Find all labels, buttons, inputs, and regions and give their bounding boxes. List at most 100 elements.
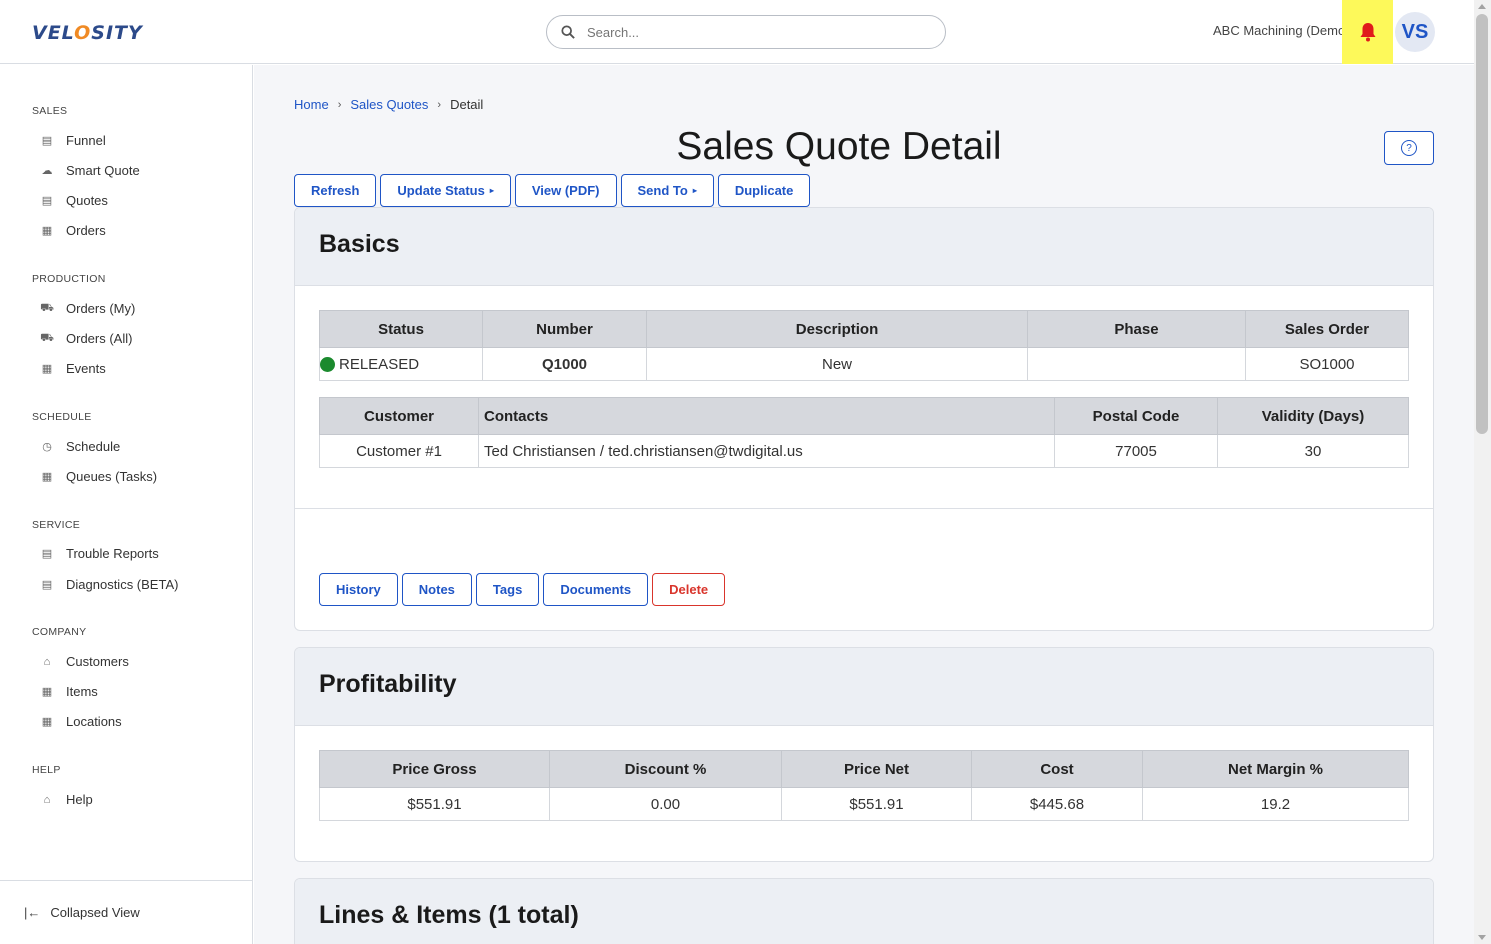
notifications-button[interactable] [1342, 0, 1393, 64]
quote-number: Q1000 [482, 347, 647, 381]
col-price-gross: Price Gross [319, 750, 550, 788]
col-phase: Phase [1027, 310, 1246, 348]
breadcrumb: Home › Sales Quotes › Detail [294, 97, 483, 112]
col-description: Description [646, 310, 1028, 348]
sidebar-item-customers[interactable]: ⌂ Customers [40, 654, 129, 669]
smart-quote-icon: ☁ [41, 165, 53, 177]
documents-button[interactable]: Documents [543, 573, 649, 606]
customer-link[interactable]: Customer #1 [319, 434, 479, 468]
validity-cell: 30 [1217, 434, 1409, 468]
sidebar-item-trouble-reports[interactable]: ▤ Trouble Reports [40, 546, 159, 561]
search-input[interactable] [587, 24, 887, 40]
sidebar-item-orders-my[interactable]: ⛟ Orders (My) [40, 301, 135, 316]
notes-button[interactable]: Notes [401, 573, 472, 606]
duplicate-button[interactable]: Duplicate [717, 174, 811, 207]
table-row: Customer #1 Ted Christiansen / ted.chris… [319, 434, 1409, 468]
send-to-button[interactable]: Send To ▸ [620, 174, 714, 207]
home-icon: ⌂ [43, 655, 51, 668]
sidebar-item-queues[interactable]: ▦ Queues (Tasks) [40, 469, 157, 484]
report-icon: ▤ [41, 548, 53, 560]
sidebar-item-schedule[interactable]: ◷ Schedule [40, 439, 120, 454]
caret-right-icon: ▸ [692, 186, 697, 195]
sidebar-item-funnel[interactable]: ▤ Funnel [40, 133, 106, 148]
home-icon: ⌂ [43, 793, 51, 806]
price-net-cell: $551.91 [781, 787, 972, 821]
table-header-row: Customer Contacts Postal Code Validity (… [319, 397, 1409, 435]
basics-title: Basics [319, 230, 400, 258]
basics-header: Basics [295, 208, 1433, 286]
price-gross-cell: $551.91 [319, 787, 550, 821]
chevron-right-icon: › [337, 98, 342, 111]
breadcrumb-current: Detail [450, 97, 484, 112]
table-header-row: Price Gross Discount % Price Net Cost Ne… [319, 750, 1409, 788]
basics-table: Status Number Description Phase Sales Or… [319, 310, 1409, 381]
col-net-margin: Net Margin % [1142, 750, 1409, 788]
cart-icon: ⛟ [40, 301, 54, 314]
search-box[interactable] [546, 15, 946, 49]
company-name: ABC Machining (Demo) [1213, 23, 1350, 38]
caret-right-icon: ▸ [489, 186, 494, 195]
lines-title: Lines & Items (1 total) [319, 901, 579, 929]
profitability-table: Price Gross Discount % Price Net Cost Ne… [319, 750, 1409, 821]
profitability-card: Profitability Price Gross Discount % Pri… [294, 647, 1434, 862]
tags-button[interactable]: Tags [475, 573, 540, 606]
breadcrumb-sales-quotes[interactable]: Sales Quotes [350, 97, 428, 112]
sidebar-item-orders-all[interactable]: ⛟ Orders (All) [40, 331, 132, 346]
sidebar-section-sales: SALES [32, 105, 68, 117]
breadcrumb-home[interactable]: Home [294, 97, 329, 112]
sidebar-item-locations[interactable]: ▦ Locations [40, 714, 122, 729]
page-scrollbar[interactable] [1474, 0, 1491, 944]
divider [295, 508, 1433, 509]
chevron-right-icon: › [437, 98, 442, 111]
update-status-button[interactable]: Update Status ▸ [380, 174, 511, 207]
collapsed-view-button[interactable]: |← Collapsed View [24, 905, 140, 920]
sidebar-section-company: COMPANY [32, 626, 87, 638]
quotes-icon: ▤ [41, 195, 53, 207]
net-margin-cell: 19.2 [1142, 787, 1409, 821]
view-pdf-button[interactable]: View (PDF) [514, 174, 617, 207]
sidebar-item-diagnostics[interactable]: ▤ Diagnostics (BETA) [40, 577, 179, 592]
funnel-icon: ▤ [41, 135, 53, 147]
scroll-up-arrow[interactable] [1478, 4, 1486, 9]
sidebar-section-service: SERVICE [32, 519, 81, 531]
refresh-button[interactable]: Refresh [294, 174, 377, 207]
col-status: Status [319, 310, 483, 348]
help-button[interactable]: ? [1384, 131, 1434, 165]
contacts-cell: Ted Christiansen / ted.christiansen@twdi… [478, 434, 1055, 468]
sidebar-item-items[interactable]: ▦ Items [40, 684, 98, 699]
calendar-icon: ▦ [41, 363, 53, 375]
toolbar: Refresh Update Status ▸ View (PDF) Send T… [294, 174, 814, 207]
history-button[interactable]: History [319, 573, 398, 606]
scrollbar-thumb[interactable] [1476, 14, 1488, 434]
sidebar-item-events[interactable]: ▦ Events [40, 361, 106, 376]
orders-icon: ▦ [41, 225, 53, 237]
col-price-net: Price Net [781, 750, 972, 788]
user-avatar[interactable]: VS [1395, 12, 1435, 52]
table-row: RELEASED Q1000 New SO1000 [319, 347, 1409, 381]
discount-cell: 0.00 [549, 787, 782, 821]
delete-button[interactable]: Delete [652, 573, 726, 606]
sidebar-item-quotes[interactable]: ▤ Quotes [40, 193, 108, 208]
sales-order-link[interactable]: SO1000 [1245, 347, 1409, 381]
status-dot-icon [320, 356, 335, 372]
bell-icon [1360, 23, 1375, 42]
velocity-logo[interactable]: VELOSITY [32, 18, 143, 48]
items-icon: ▦ [41, 686, 53, 698]
sidebar: SALES ▤ Funnel ☁ Smart Quote ▤ Quotes ▦ Orde… [0, 65, 253, 944]
sidebar-item-orders[interactable]: ▦ Orders [40, 223, 106, 238]
locations-icon: ▦ [41, 716, 53, 728]
col-postal-code: Postal Code [1054, 397, 1218, 435]
cart-icon: ⛟ [40, 331, 54, 344]
basics-card: Basics Status Number Description Phase S… [294, 207, 1434, 631]
scroll-down-arrow[interactable] [1478, 935, 1486, 940]
report-icon: ▤ [41, 579, 53, 591]
status-cell: RELEASED [319, 347, 483, 381]
phase-cell [1027, 347, 1246, 381]
sidebar-item-smart-quote[interactable]: ☁ Smart Quote [40, 163, 140, 178]
collapsed-view-bar: |← Collapsed View [0, 880, 253, 944]
lines-header: Lines & Items (1 total) [295, 879, 1433, 944]
sidebar-item-help[interactable]: ⌂ Help [40, 792, 93, 807]
main-content: Home › Sales Quotes › Detail Sales Quote… [254, 65, 1474, 944]
page-title: Sales Quote Detail [676, 125, 1002, 168]
col-discount: Discount % [549, 750, 782, 788]
